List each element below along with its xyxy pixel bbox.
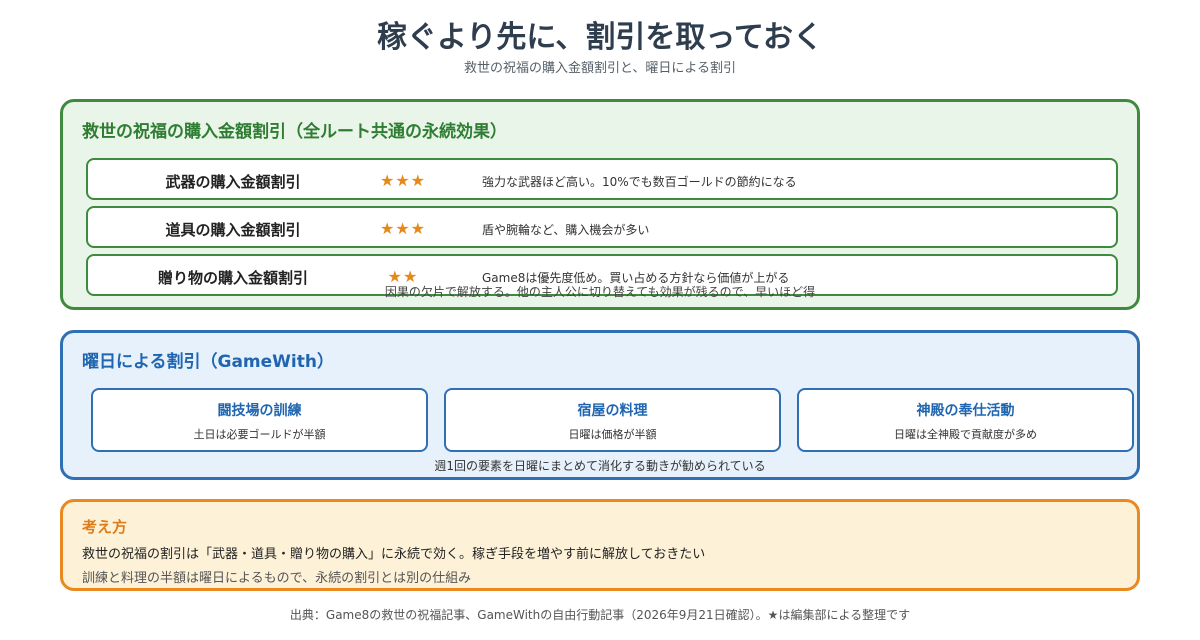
discount-row-weapon: 武器の購入金額割引 ★★★ 強力な武器ほど高い。10%でも数百ゴールドの節約にな…	[86, 158, 1118, 200]
page-subtitle: 救世の祝福の購入金額割引と、曜日による割引	[463, 61, 737, 76]
thinking-heading: 考え方	[82, 518, 128, 536]
row-note: 強力な武器ほど高い。10%でも数百ゴールドの節約になる	[482, 175, 797, 189]
row-note: 盾や腕輪など、購入機会が多い	[482, 223, 650, 237]
blessing-footnote: 因果の欠片で解放する。他の主人公に切り替えても効果が残るので、早いほど得	[384, 285, 816, 299]
row-name: 武器の購入金額割引	[165, 173, 301, 191]
thinking-main-point: 救世の祝福の割引は「武器・道具・贈り物の購入」に永続で効く。稼ぎ手段を増やす前に…	[82, 547, 706, 562]
blessing-heading: 救世の祝福の購入金額割引（全ルート共通の永続効果）	[82, 122, 507, 142]
star-rating: ★★★	[379, 171, 427, 190]
page-title: 稼ぐより先に、割引を取っておく	[376, 20, 824, 55]
day-card-desc: 日曜は全神殿で貢献度が多め	[894, 428, 1037, 441]
thinking-panel: 考え方 救世の祝福の割引は「武器・道具・贈り物の購入」に永続で効く。稼ぎ手段を増…	[60, 499, 1140, 591]
day-card-title: 宿屋の料理	[577, 403, 648, 419]
weekday-panel: 曜日による割引（GameWith） 闘技場の訓練 土日は必要ゴールドが半額 宿屋…	[60, 330, 1140, 480]
day-card-desc: 日曜は価格が半額	[568, 428, 657, 441]
star-rating: ★★★	[379, 219, 427, 238]
row-name: 道具の購入金額割引	[165, 221, 301, 239]
weekday-footnote: 週1回の要素を日曜にまとめて消化する動きが勧められている	[434, 459, 766, 473]
thinking-sub-point: 訓練と料理の半額は曜日によるもので、永続の割引とは別の仕組み	[82, 571, 472, 586]
day-card-arena: 闘技場の訓練 土日は必要ゴールドが半額	[91, 388, 428, 452]
day-card-temple: 神殿の奉仕活動 日曜は全神殿で貢献度が多め	[797, 388, 1134, 452]
discount-row-item: 道具の購入金額割引 ★★★ 盾や腕輪など、購入機会が多い	[86, 206, 1118, 248]
source-note: 出典：Game8の救世の祝福記事、GameWithの自由行動記事（2026年9月…	[289, 608, 911, 622]
day-card-title: 神殿の奉仕活動	[916, 403, 1015, 419]
day-card-inn: 宿屋の料理 日曜は価格が半額	[444, 388, 781, 452]
weekday-heading: 曜日による割引（GameWith）	[82, 352, 334, 372]
day-card-title: 闘技場の訓練	[217, 403, 302, 419]
blessing-panel: 救世の祝福の購入金額割引（全ルート共通の永続効果） 武器の購入金額割引 ★★★ …	[60, 99, 1140, 310]
day-card-desc: 土日は必要ゴールドが半額	[193, 428, 326, 441]
